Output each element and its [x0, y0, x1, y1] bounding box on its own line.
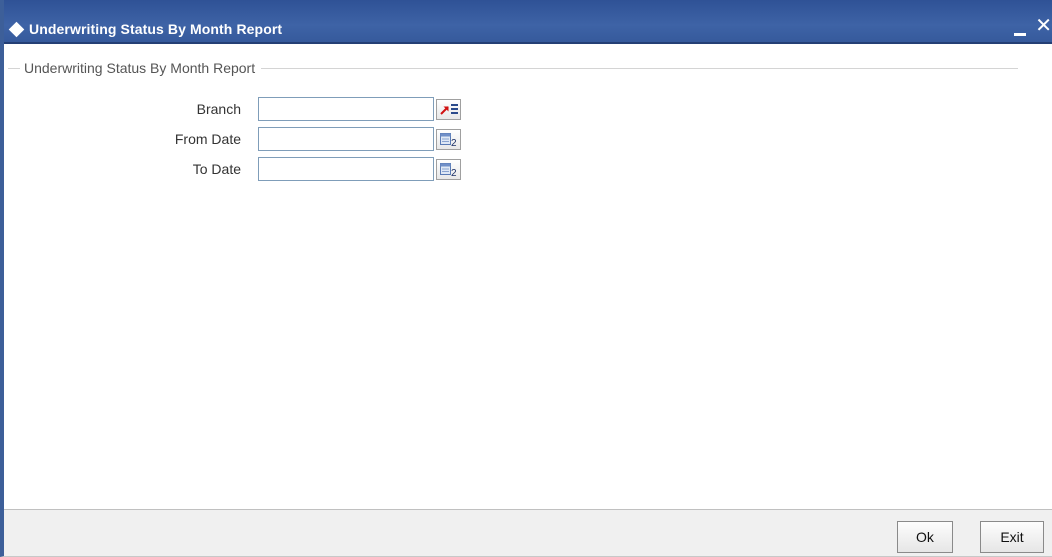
to-date-row: To Date 2 [8, 157, 508, 181]
branch-label: Branch [196, 101, 241, 117]
from-date-label: From Date [174, 131, 241, 147]
to-date-input[interactable] [258, 157, 434, 181]
footer-bar: Ok Exit [4, 509, 1052, 556]
branch-row: Branch [8, 97, 508, 121]
lov-arrow-icon [440, 106, 449, 115]
from-date-calendar-button[interactable]: 2 [436, 129, 461, 150]
branch-input[interactable] [258, 97, 434, 121]
svg-text:2: 2 [451, 168, 457, 177]
minimize-icon[interactable] [1014, 22, 1026, 36]
close-icon[interactable]: ✕ [1035, 16, 1052, 36]
from-date-row: From Date 2 [8, 127, 508, 151]
window-title: Underwriting Status By Month Report [29, 21, 283, 37]
to-date-calendar-button[interactable]: 2 [436, 159, 461, 180]
to-date-label: To Date [192, 161, 241, 177]
exit-button[interactable]: Exit [980, 521, 1044, 553]
diamond-icon [8, 21, 25, 38]
lov-list-icon [451, 104, 458, 116]
ok-button[interactable]: Ok [897, 521, 953, 553]
calendar-icon: 2 [440, 133, 457, 147]
section-title: Underwriting Status By Month Report [24, 60, 256, 76]
report-window: Underwriting Status By Month Report ✕ Un… [0, 0, 1052, 557]
title-bar[interactable]: Underwriting Status By Month Report ✕ [4, 0, 1052, 44]
svg-text:2: 2 [451, 138, 457, 147]
from-date-input[interactable] [258, 127, 434, 151]
calendar-icon: 2 [440, 163, 457, 177]
branch-lov-button[interactable] [436, 99, 461, 120]
report-criteria-group: Underwriting Status By Month Report Bran… [8, 61, 1018, 181]
